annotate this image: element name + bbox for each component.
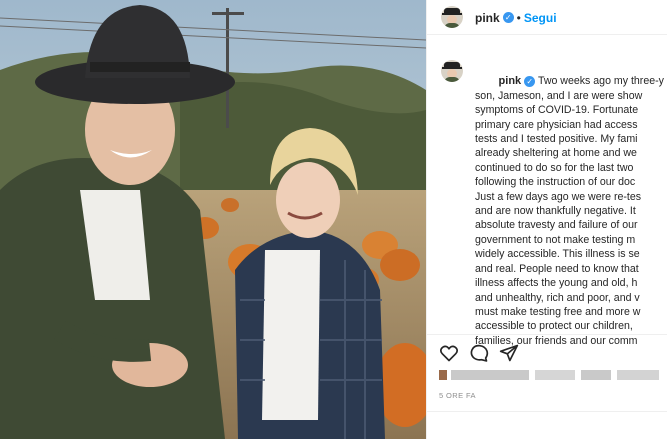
caption-line: tests and I tested positive. My fami	[475, 133, 638, 146]
caption-line: widely accessible. This illness is se	[475, 248, 640, 261]
instagram-post-window: pink ✓ • Segui pink ✓ Two weeks ago my three…	[0, 0, 667, 439]
heart-icon[interactable]	[439, 343, 459, 363]
caption-line: primary care physician had access	[475, 118, 638, 131]
add-comment-bar[interactable]	[427, 411, 667, 439]
caption-line: accessible to protect our children,	[475, 320, 633, 333]
verified-badge-icon: ✓	[524, 76, 536, 88]
post-side-panel: pink ✓ • Segui pink ✓ Two weeks ago my three…	[426, 0, 667, 439]
post-header: pink ✓ • Segui	[427, 0, 667, 35]
caption-line: illness affects the young and old, h	[475, 277, 638, 290]
caption-line: government to not make testing m	[475, 233, 636, 246]
caption-line: following the instruction of our doc	[475, 176, 636, 189]
caption-line: absolute travesty and failure of our	[475, 219, 638, 232]
caption-line: Just a few days ago we were re-tes	[475, 190, 642, 203]
username-link[interactable]: pink	[475, 11, 500, 25]
caption-line: and unhealthy, rich and poor, and v	[475, 291, 640, 304]
caption-section: pink ✓ Two weeks ago my three-y son, Jame…	[427, 56, 667, 347]
caption-line: and real. People need to know that	[475, 262, 639, 275]
caption-username-link[interactable]: pink	[499, 75, 522, 87]
caption-line: and are now thankfully negative. It	[475, 205, 636, 218]
avatar[interactable]	[441, 6, 463, 28]
verified-badge-icon: ✓	[502, 12, 514, 24]
caption-line: continued to do so for the last two	[475, 161, 634, 174]
header-separator: •	[516, 11, 521, 25]
caption-line: Two weeks ago my three-y	[537, 75, 664, 88]
photo-illustration	[0, 0, 426, 439]
caption-line: son, Jameson, and I are were show	[475, 89, 643, 102]
share-icon[interactable]	[499, 343, 519, 363]
follow-button[interactable]: Segui	[524, 11, 557, 25]
caption-line: symptoms of COVID-19. Fortunate	[475, 104, 639, 117]
post-photo[interactable]	[0, 0, 426, 439]
caption-avatar[interactable]	[441, 60, 463, 82]
post-timestamp: 5 ORE FA	[439, 391, 476, 400]
likes-row-blurred	[439, 368, 664, 382]
caption-line: must make testing free and more w	[475, 305, 641, 318]
comment-icon[interactable]	[469, 343, 489, 363]
caption-line: already sheltering at home and we	[475, 147, 637, 160]
header-line: pink ✓ • Segui	[475, 9, 557, 27]
caption-text: pink ✓ Two weeks ago my three-y son, Jame…	[475, 60, 667, 363]
